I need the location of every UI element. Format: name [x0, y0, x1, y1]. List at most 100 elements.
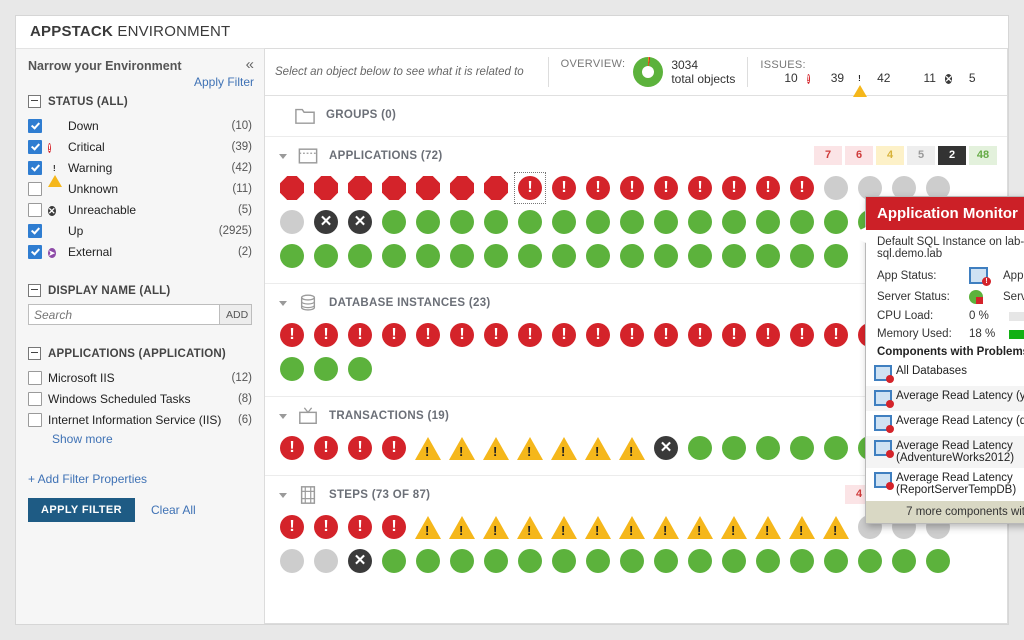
status-dot[interactable] — [819, 239, 853, 273]
status-dot[interactable] — [819, 544, 853, 578]
status-dot[interactable] — [275, 544, 309, 578]
status-dot[interactable] — [683, 544, 717, 578]
status-dot[interactable] — [785, 205, 819, 239]
collapse-toggle-icon[interactable] — [28, 284, 41, 297]
checkbox-unknown[interactable] — [28, 182, 42, 196]
checkbox-up[interactable] — [28, 224, 42, 238]
status-dot[interactable] — [275, 352, 309, 386]
status-dot[interactable] — [853, 544, 887, 578]
status-dot[interactable]: ! — [275, 431, 309, 465]
status-dot[interactable]: ! — [581, 171, 615, 205]
status-dot[interactable] — [547, 510, 581, 544]
status-dot[interactable]: ! — [411, 318, 445, 352]
status-dot[interactable] — [513, 544, 547, 578]
status-dot[interactable] — [479, 431, 513, 465]
status-dot[interactable]: ! — [309, 318, 343, 352]
status-filter-row[interactable]: Unknown(11) — [28, 178, 252, 199]
add-filter-properties-link[interactable]: + Add Filter Properties — [28, 472, 264, 486]
component-item[interactable]: Average Read Latency (yaf) — [866, 386, 1024, 411]
status-dot[interactable] — [513, 205, 547, 239]
status-dot[interactable] — [445, 205, 479, 239]
status-dot[interactable] — [717, 431, 751, 465]
status-dot[interactable] — [581, 205, 615, 239]
status-dot[interactable]: ! — [683, 318, 717, 352]
status-badge[interactable]: 4 — [876, 146, 904, 165]
status-dot[interactable] — [581, 431, 615, 465]
status-dot[interactable] — [751, 239, 785, 273]
status-dot[interactable]: ✕ — [343, 205, 377, 239]
status-dot[interactable] — [683, 239, 717, 273]
apply-filter-link[interactable]: Apply Filter — [194, 75, 254, 89]
status-dot[interactable] — [479, 171, 513, 205]
status-dot[interactable] — [343, 352, 377, 386]
status-dot[interactable] — [785, 239, 819, 273]
checkbox-down[interactable] — [28, 119, 42, 133]
status-dot[interactable]: ! — [343, 318, 377, 352]
status-dot[interactable]: ✕ — [309, 205, 343, 239]
component-item[interactable]: Average Read Latency (ReportServerTempDB… — [866, 468, 1024, 500]
status-dot[interactable] — [309, 171, 343, 205]
checkbox-critical[interactable] — [28, 140, 42, 154]
status-dot[interactable]: ! — [615, 318, 649, 352]
status-dot[interactable] — [615, 205, 649, 239]
status-dot[interactable]: ! — [717, 171, 751, 205]
status-dot[interactable] — [377, 239, 411, 273]
status-badge[interactable]: 5 — [907, 146, 935, 165]
status-dot[interactable] — [615, 239, 649, 273]
status-dot[interactable] — [411, 239, 445, 273]
status-dot[interactable] — [683, 510, 717, 544]
applications-group-header[interactable]: APPLICATIONS (APPLICATION) — [28, 347, 252, 360]
chevron-down-icon[interactable] — [279, 493, 287, 498]
status-dot[interactable] — [445, 510, 479, 544]
status-dot[interactable]: ! — [275, 318, 309, 352]
status-dot[interactable]: ! — [649, 171, 683, 205]
checkbox-warning[interactable] — [28, 161, 42, 175]
add-button[interactable]: ADD — [220, 304, 252, 325]
checkbox-application[interactable] — [28, 371, 42, 385]
status-dot[interactable] — [785, 431, 819, 465]
status-dot[interactable] — [275, 205, 309, 239]
status-dot[interactable]: ! — [479, 318, 513, 352]
status-dot[interactable] — [615, 431, 649, 465]
status-dot[interactable] — [275, 171, 309, 205]
status-dot[interactable] — [479, 510, 513, 544]
status-dot[interactable] — [411, 544, 445, 578]
status-dot[interactable]: ! — [819, 318, 853, 352]
collapse-toggle-icon[interactable] — [28, 95, 41, 108]
status-dot[interactable] — [309, 352, 343, 386]
application-filter-row[interactable]: Windows Scheduled Tasks(8) — [28, 388, 252, 409]
status-dot[interactable] — [785, 510, 819, 544]
status-dot[interactable] — [581, 239, 615, 273]
status-dot[interactable] — [751, 205, 785, 239]
status-dot[interactable] — [717, 544, 751, 578]
status-dot[interactable] — [377, 205, 411, 239]
apply-filter-button[interactable]: APPLY FILTER — [28, 498, 135, 522]
status-dot[interactable] — [309, 239, 343, 273]
status-dot[interactable]: ! — [717, 318, 751, 352]
status-dot[interactable] — [819, 510, 853, 544]
status-dot[interactable]: ! — [377, 510, 411, 544]
status-dot[interactable]: ! — [649, 318, 683, 352]
status-dot[interactable] — [547, 544, 581, 578]
status-dot[interactable] — [819, 431, 853, 465]
status-dot[interactable] — [377, 544, 411, 578]
status-dot[interactable] — [411, 510, 445, 544]
status-dot[interactable] — [785, 544, 819, 578]
status-dot[interactable] — [581, 544, 615, 578]
collapse-toggle-icon[interactable] — [28, 347, 41, 360]
status-dot[interactable] — [547, 431, 581, 465]
status-dot[interactable] — [683, 205, 717, 239]
status-dot[interactable] — [649, 544, 683, 578]
status-dot[interactable] — [513, 431, 547, 465]
application-filter-row[interactable]: Microsoft IIS(12) — [28, 367, 252, 388]
chevron-down-icon[interactable] — [279, 414, 287, 419]
status-dot[interactable] — [751, 544, 785, 578]
status-filter-row[interactable]: ➤External(2) — [28, 241, 252, 262]
status-dot[interactable]: ! — [785, 171, 819, 205]
checkbox-external[interactable] — [28, 245, 42, 259]
status-dot[interactable] — [275, 239, 309, 273]
status-dot[interactable] — [343, 171, 377, 205]
status-dot[interactable]: ✕ — [649, 431, 683, 465]
component-item[interactable]: All Databases — [866, 361, 1024, 386]
status-dot[interactable]: ✕ — [343, 544, 377, 578]
